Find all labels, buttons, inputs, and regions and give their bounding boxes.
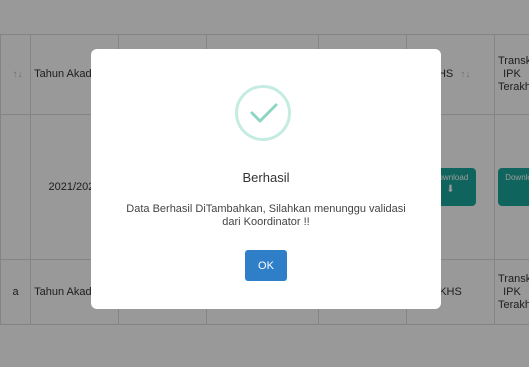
ok-button[interactable]: OK xyxy=(245,250,287,281)
success-dialog: Berhasil Data Berhasil DiTambahkan, Sila… xyxy=(91,49,441,309)
dialog-message: Data Berhasil DiTambahkan, Silahkan menu… xyxy=(126,203,406,228)
dialog-title: Berhasil xyxy=(242,170,290,185)
success-check-icon xyxy=(235,85,291,141)
